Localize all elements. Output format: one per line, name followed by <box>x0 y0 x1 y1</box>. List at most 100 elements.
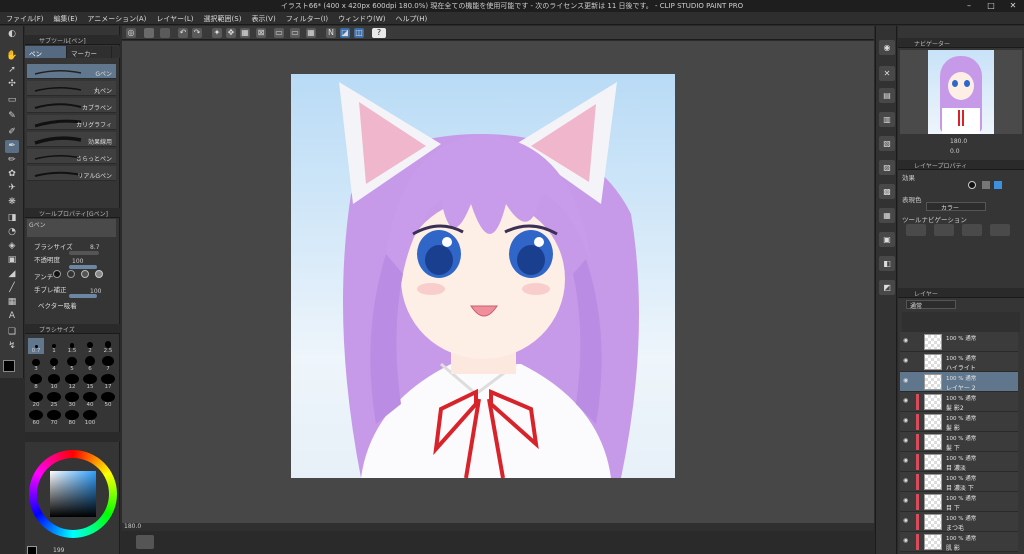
menu-selection[interactable]: 選択範囲(S) <box>198 12 246 24</box>
redo-icon[interactable]: ↷ <box>192 28 202 38</box>
brush-size-option[interactable]: 25 <box>46 392 62 408</box>
close-button[interactable]: ✕ <box>1002 0 1024 12</box>
layer-row[interactable]: ◉ 100 % 通常 レイヤー 2 <box>900 372 1018 392</box>
fill-icon[interactable]: ✥ <box>226 28 236 38</box>
brush-size-option[interactable]: 60 <box>28 410 44 426</box>
tab-pen[interactable]: ペン <box>25 46 67 58</box>
layer-row[interactable]: ◉ 100 % 通常目 濃淡 <box>900 452 1018 472</box>
layer-row[interactable]: ◉ 100 % 通常肌 影 <box>900 532 1018 552</box>
canvas-area[interactable] <box>122 41 874 523</box>
eraser-icon[interactable]: ◨ <box>5 212 19 225</box>
brush-size-option[interactable]: 20 <box>28 392 44 408</box>
effect-icon-3[interactable] <box>994 181 1002 189</box>
auto-select-icon[interactable]: ✎ <box>5 110 19 123</box>
sidebar-tool-icon-4[interactable]: ▨ <box>879 160 895 175</box>
sidebar-tool-icon-9[interactable]: ◩ <box>879 280 895 295</box>
ruler-tool-icon[interactable]: ▦ <box>5 296 19 309</box>
effect-icon-1[interactable] <box>968 181 976 189</box>
brush-size-option[interactable]: 6 <box>82 356 98 372</box>
layer-row[interactable]: ◉ 100 % 通常髪 影2 <box>900 392 1018 412</box>
fill-tool-icon[interactable]: ◈ <box>5 240 19 253</box>
brush-item[interactable]: カリグラフィ <box>27 115 116 130</box>
layer-row[interactable]: ◉ 100 % 通常目 濃淡 下 <box>900 472 1018 492</box>
search-icon[interactable]: ◉ <box>879 40 895 55</box>
saturation-value-square[interactable] <box>50 471 96 517</box>
visibility-eye-icon[interactable]: ◉ <box>903 418 911 424</box>
visibility-eye-icon[interactable]: ◉ <box>903 338 911 344</box>
brush-size-option[interactable]: 1.5 <box>64 338 80 354</box>
new-file-icon[interactable]: ◎ <box>126 28 136 38</box>
illustration-canvas[interactable] <box>291 74 675 478</box>
crop-icon[interactable]: ⊠ <box>256 28 266 38</box>
brush-size-option[interactable]: 12 <box>64 374 80 390</box>
visibility-eye-icon[interactable]: ◉ <box>903 478 911 484</box>
balloon-icon[interactable]: ❏ <box>5 326 19 339</box>
visibility-eye-icon[interactable]: ◉ <box>903 358 911 364</box>
brush-size-option[interactable]: 40 <box>82 392 98 408</box>
navigator-preview[interactable] <box>900 50 1022 134</box>
menu-edit[interactable]: 編集(E) <box>48 12 82 24</box>
clear-icon[interactable]: ✦ <box>212 28 222 38</box>
sidebar-tool-icon-1[interactable]: ▤ <box>879 88 895 103</box>
brush-size-option[interactable]: 30 <box>64 392 80 408</box>
grid-icon[interactable]: ▦ <box>306 28 316 38</box>
sidebar-tool-icon-6[interactable]: ▦ <box>879 208 895 223</box>
brush-size-option[interactable]: 1 <box>46 338 62 354</box>
snap-special-icon[interactable]: ◪ <box>340 28 350 38</box>
brush-item[interactable]: カブラペン <box>27 98 116 113</box>
figure-icon[interactable]: ◢ <box>5 268 19 281</box>
visibility-eye-icon[interactable]: ◉ <box>903 398 911 404</box>
layers-tab-label[interactable]: レイヤー <box>914 291 938 298</box>
save-icon[interactable] <box>160 28 170 38</box>
pen-tool-icon[interactable]: ✒ <box>5 140 19 153</box>
nav-button-4[interactable] <box>990 224 1010 236</box>
layer-row[interactable]: ◉ 100 % 通常 まつ毛 <box>900 512 1018 532</box>
visibility-eye-icon[interactable]: ◉ <box>903 538 911 544</box>
brush-tool-icon[interactable]: ✿ <box>5 168 19 181</box>
brush-size-option[interactable]: 7 <box>100 356 116 372</box>
brush-size-option[interactable]: 4 <box>46 356 62 372</box>
brush-size-option[interactable]: 50 <box>100 392 116 408</box>
layer-move-icon[interactable]: ✣ <box>5 78 19 91</box>
nav-button-2[interactable] <box>934 224 954 236</box>
correct-line-icon[interactable]: ↯ <box>5 340 19 353</box>
brush-item[interactable]: リアルGペン <box>27 166 116 181</box>
antialias-medium[interactable] <box>81 270 89 278</box>
gradient-icon[interactable]: ▣ <box>5 254 19 267</box>
frame-icon[interactable]: ╱ <box>5 282 19 295</box>
opacity-slider[interactable] <box>69 265 97 269</box>
operation-tool-icon[interactable]: ➚ <box>5 64 19 77</box>
blend-mode-select[interactable]: 通常 <box>906 300 956 310</box>
brush-item[interactable]: さらっとペン <box>27 149 116 164</box>
antialias-weak[interactable] <box>67 270 75 278</box>
close-panel-icon[interactable]: ✕ <box>879 66 895 81</box>
antialias-none[interactable] <box>53 270 61 278</box>
menu-help[interactable]: ヘルプ(H) <box>389 12 431 24</box>
open-icon[interactable] <box>144 28 154 38</box>
layer-row[interactable]: ◉ 100 % 通常 <box>900 332 1018 352</box>
minimize-button[interactable]: – <box>958 0 980 12</box>
brush-size-option[interactable]: 8 <box>28 374 44 390</box>
sidebar-tool-icon-8[interactable]: ◧ <box>879 256 895 271</box>
visibility-eye-icon[interactable]: ◉ <box>903 378 911 384</box>
brush-size-option[interactable]: 2.5 <box>100 338 116 354</box>
move-tool-icon[interactable]: ✋ <box>5 50 19 63</box>
visibility-eye-icon[interactable]: ◉ <box>903 498 911 504</box>
ruler-icon[interactable]: ▭ <box>290 28 300 38</box>
sidebar-tool-icon-3[interactable]: ▧ <box>879 136 895 151</box>
decoration-icon[interactable]: ❋ <box>5 196 19 209</box>
visibility-eye-icon[interactable]: ◉ <box>903 438 911 444</box>
pencil-tool-icon[interactable]: ✏ <box>5 154 19 167</box>
brush-size-option[interactable]: 2 <box>82 338 98 354</box>
menu-filter[interactable]: フィルター(I) <box>280 12 332 24</box>
zoom-tool-icon[interactable]: ◐ <box>5 28 19 41</box>
timeline-icon[interactable] <box>136 535 154 549</box>
transform-icon[interactable]: ▭ <box>274 28 284 38</box>
main-color-chip[interactable] <box>27 546 37 554</box>
color-wheel[interactable] <box>29 450 117 538</box>
brush-size-option[interactable]: 15 <box>82 374 98 390</box>
visibility-eye-icon[interactable]: ◉ <box>903 518 911 524</box>
antialias-strong[interactable] <box>95 270 103 278</box>
layer-row[interactable]: ◉ 100 % 通常 ハイライト <box>900 352 1018 372</box>
brush-item[interactable]: 効果線用 <box>27 132 116 147</box>
